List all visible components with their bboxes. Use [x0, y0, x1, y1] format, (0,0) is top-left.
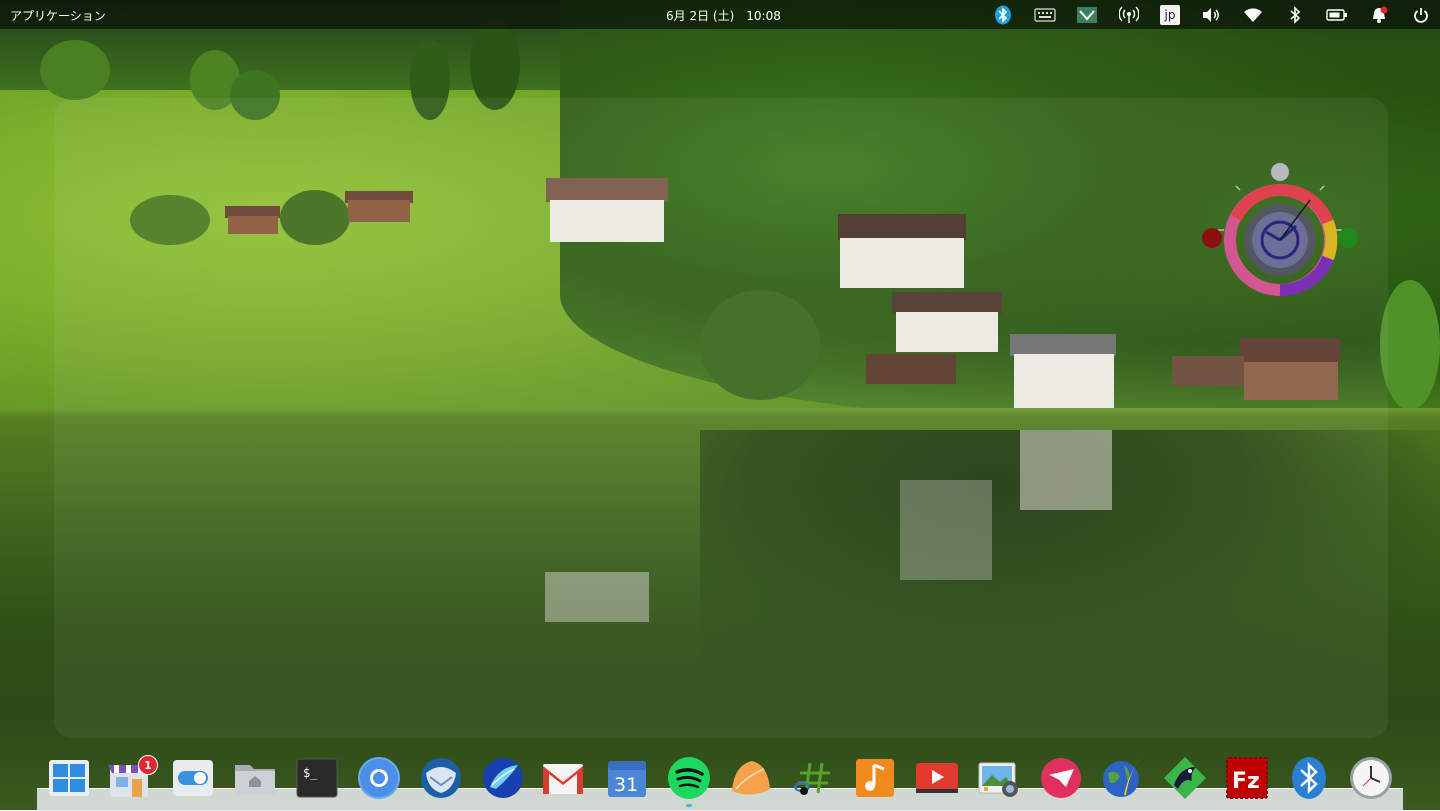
settings-toggle-icon	[173, 760, 213, 796]
chromium-icon	[358, 757, 400, 799]
photos-icon	[978, 762, 1018, 797]
dock-item-chromium[interactable]	[356, 755, 402, 801]
battery-icon[interactable]	[1326, 4, 1348, 26]
wireless-broadcast-icon[interactable]	[1118, 4, 1140, 26]
keyboard-layout-icon[interactable]: jp	[1160, 4, 1180, 25]
dock-item-system-settings[interactable]	[170, 755, 216, 801]
video-player-icon	[916, 763, 958, 793]
bluetooth-icon[interactable]	[1284, 4, 1306, 26]
workspace-overlay	[54, 98, 1388, 738]
midori-icon	[483, 758, 523, 798]
wallpaper-tree	[1380, 280, 1440, 410]
applications-menu[interactable]: アプリケーション	[10, 7, 106, 24]
terminal-prompt-label: $_	[303, 766, 318, 780]
bluetooth-app-icon	[1292, 757, 1326, 799]
dock-item-thunderbird[interactable]	[418, 755, 464, 801]
wifi-icon[interactable]	[1242, 4, 1264, 26]
dock-item-bluetooth-manager[interactable]	[1286, 755, 1332, 801]
bluetooth-app-icon[interactable]	[992, 4, 1014, 26]
running-indicator	[686, 804, 692, 807]
dock-item-clock[interactable]	[1348, 755, 1394, 801]
calendar-day-label: 31	[614, 774, 638, 796]
mail-app-icon	[1041, 758, 1081, 798]
orange-leaf-icon	[732, 761, 770, 795]
appcenter-update-badge: 1	[138, 755, 158, 775]
panel-datetime[interactable]: 6月 2日 (土) 10:08	[666, 7, 781, 24]
dock-item-midori-browser[interactable]	[480, 755, 526, 801]
globe-quill-icon	[1103, 759, 1140, 797]
dock-item-kodi-like-app[interactable]	[1162, 755, 1208, 801]
dock-item-gmail[interactable]	[540, 755, 586, 801]
filezilla-label: Fz	[1232, 769, 1260, 794]
power-icon[interactable]	[1410, 4, 1432, 26]
dock-item-music-tag-editor[interactable]	[790, 755, 836, 801]
spotify-icon	[668, 757, 710, 799]
dock-item-filezilla[interactable]: Fz	[1224, 755, 1270, 801]
raven-icon	[1164, 757, 1206, 799]
dock: 1 $_ 31 Fz	[42, 755, 1402, 807]
dock-item-mailspring[interactable]	[1038, 755, 1084, 801]
desktop-clock-widget[interactable]	[1200, 160, 1360, 300]
desktop-wallpaper	[0, 0, 1440, 810]
dock-item-calendar[interactable]: 31	[604, 755, 650, 801]
gmail-icon	[543, 764, 583, 794]
dock-item-quill-writer[interactable]	[1100, 755, 1146, 801]
clock-icon	[1350, 757, 1392, 799]
calendar-icon: 31	[608, 761, 646, 797]
music-note-icon	[856, 759, 894, 797]
keyboard-layout-label: jp	[1164, 7, 1176, 22]
wallpaper-tree	[40, 40, 110, 100]
terminal-icon: $_	[296, 758, 338, 798]
dock-item-terminal[interactable]: $_	[294, 755, 340, 801]
dock-item-multitasking-view[interactable]	[46, 755, 92, 801]
wallpaper-tree	[470, 20, 520, 110]
dock-item-slack-like-app[interactable]	[728, 755, 774, 801]
dock-item-photos[interactable]	[976, 755, 1022, 801]
dock-item-youtube[interactable]	[914, 755, 960, 801]
volume-icon[interactable]	[1200, 4, 1222, 26]
home-folder-icon	[235, 765, 275, 795]
indicator-area: jp	[972, 3, 1432, 26]
thunderbird-icon	[421, 758, 461, 798]
music-hash-icon	[794, 762, 830, 795]
network-map-icon[interactable]	[1076, 4, 1098, 26]
dock-item-appcenter[interactable]: 1	[106, 755, 158, 801]
keyboard-icon[interactable]	[1034, 4, 1056, 26]
dock-item-spotify[interactable]	[666, 755, 712, 807]
dock-item-files[interactable]	[232, 755, 278, 801]
filezilla-icon: Fz	[1226, 757, 1268, 799]
dock-item-music[interactable]	[852, 755, 898, 801]
multitasking-view-icon	[49, 760, 89, 796]
notifications-icon[interactable]	[1368, 4, 1390, 26]
top-panel: アプリケーション 6月 2日 (土) 10:08 jp	[0, 0, 1440, 29]
